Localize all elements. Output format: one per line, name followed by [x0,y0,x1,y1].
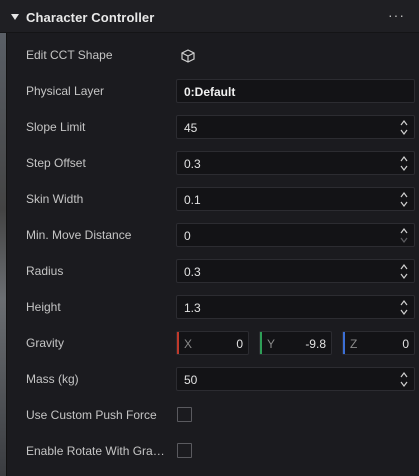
cube-icon[interactable] [180,48,196,64]
gravity-z-input[interactable]: Z 0 [342,331,415,355]
increment-chevron-up-icon[interactable] [400,155,408,163]
physical-layer-select[interactable]: 0:Default [176,79,415,103]
mass-value: 50 [184,373,198,387]
gravity-x-value: 0 [236,337,243,351]
decrement-chevron-down-icon[interactable] [400,200,408,208]
decrement-chevron-down-icon[interactable] [400,380,408,388]
row-step-offset: Step Offset 0.3 [7,146,419,182]
min-move-distance-spinner [400,226,408,244]
physical-layer-label: Physical Layer [26,84,105,98]
mass-input[interactable]: 50 [176,367,415,391]
row-mass: Mass (kg) 50 [7,362,419,398]
skin-width-input[interactable]: 0.1 [176,187,415,211]
decrement-chevron-down-icon[interactable] [400,164,408,172]
collapse-caret-icon[interactable] [11,14,19,20]
decrement-chevron-down-icon[interactable] [400,308,408,316]
radius-input[interactable]: 0.3 [176,259,415,283]
increment-chevron-up-icon[interactable] [400,191,408,199]
radius-label: Radius [26,264,64,278]
use-custom-push-force-label: Use Custom Push Force [26,408,157,422]
height-spinner [400,298,408,316]
increment-chevron-up-icon[interactable] [400,227,408,235]
height-label: Height [26,300,61,314]
mass-spinner [400,370,408,388]
row-edit-cct-shape: Edit CCT Shape [7,38,419,74]
height-input[interactable]: 1.3 [176,295,415,319]
slope-limit-label: Slope Limit [26,120,86,134]
gravity-z-axis-label: Z [350,337,358,351]
row-enable-rotate-with-gravity: Enable Rotate With Gra… [7,434,419,470]
step-offset-spinner [400,154,408,172]
gravity-y-value: -9.8 [305,337,326,351]
increment-chevron-up-icon[interactable] [400,371,408,379]
skin-width-spinner [400,190,408,208]
gravity-y-input[interactable]: Y -9.8 [259,331,332,355]
row-use-custom-push-force: Use Custom Push Force [7,398,419,434]
step-offset-value: 0.3 [184,157,201,171]
component-header[interactable]: Character Controller ··· [0,0,419,33]
height-value: 1.3 [184,301,201,315]
row-physical-layer: Physical Layer 0:Default [7,74,419,110]
min-move-distance-value: 0 [184,229,191,243]
edit-cct-shape-label: Edit CCT Shape [26,48,113,62]
gravity-label: Gravity [26,336,65,350]
left-panel-edge [0,33,7,476]
more-options-button[interactable]: ··· [388,7,405,23]
axis-y-color-bar [260,332,262,354]
skin-width-value: 0.1 [184,193,201,207]
min-move-distance-label: Min. Move Distance [26,228,132,242]
gravity-x-input[interactable]: X 0 [176,331,249,355]
slope-limit-input[interactable]: 45 [176,115,415,139]
increment-chevron-up-icon[interactable] [400,263,408,271]
component-title: Character Controller [26,10,155,25]
step-offset-input[interactable]: 0.3 [176,151,415,175]
row-radius: Radius 0.3 [7,254,419,290]
gravity-x-axis-label: X [184,337,193,351]
gravity-y-axis-label: Y [267,337,276,351]
row-min-move-distance: Min. Move Distance 0 [7,218,419,254]
step-offset-label: Step Offset [26,156,86,170]
increment-chevron-up-icon[interactable] [400,299,408,307]
radius-spinner [400,262,408,280]
row-gravity: Gravity X 0 Y -9.8 Z 0 [7,326,419,362]
row-skin-width: Skin Width 0.1 [7,182,419,218]
decrement-chevron-down-icon[interactable] [400,236,408,244]
row-slope-limit: Slope Limit 45 [7,110,419,146]
increment-chevron-up-icon[interactable] [400,119,408,127]
min-move-distance-input[interactable]: 0 [176,223,415,247]
use-custom-push-force-checkbox[interactable] [177,407,192,422]
physical-layer-value: 0:Default [184,85,236,99]
axis-x-color-bar [177,332,179,354]
radius-value: 0.3 [184,265,201,279]
decrement-chevron-down-icon[interactable] [400,272,408,280]
mass-label: Mass (kg) [26,372,79,386]
slope-limit-spinner [400,118,408,136]
decrement-chevron-down-icon[interactable] [400,128,408,136]
slope-limit-value: 45 [184,121,198,135]
enable-rotate-with-gravity-label: Enable Rotate With Gra… [26,444,165,458]
gravity-z-value: 0 [402,337,409,351]
row-height: Height 1.3 [7,290,419,326]
axis-z-color-bar [343,332,345,354]
skin-width-label: Skin Width [26,192,84,206]
enable-rotate-with-gravity-checkbox[interactable] [177,443,192,458]
